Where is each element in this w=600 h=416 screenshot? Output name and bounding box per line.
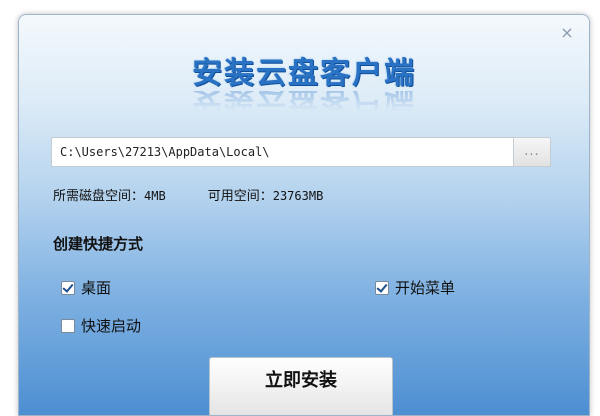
install-path-row: ... — [51, 137, 551, 167]
browse-button[interactable]: ... — [513, 137, 551, 167]
required-space-label: 所需磁盘空间： — [53, 189, 145, 204]
required-space-value: 4MB — [144, 189, 166, 203]
quick-launch-shortcut-label: 快速启动 — [81, 317, 142, 335]
disk-space-info: 所需磁盘空间： 4MB 可用空间： 23763MB — [53, 185, 323, 204]
start-menu-shortcut-checkbox[interactable]: 开始菜单 — [375, 277, 455, 298]
title-area: 安装云盘客户端 安装云盘客户端 — [19, 56, 589, 112]
installer-window: × 安装云盘客户端 安装云盘客户端 ... 所需磁盘空间： 4MB 可用空间： … — [18, 14, 590, 416]
checkmark-icon[interactable] — [375, 280, 389, 295]
shortcuts-section-title: 创建快捷方式 — [53, 235, 144, 253]
available-space-value: 23763MB — [272, 189, 324, 203]
available-space-label: 可用空间： — [207, 189, 273, 204]
start-menu-shortcut-label: 开始菜单 — [395, 279, 456, 297]
title-reflection: 安装云盘客户端 — [192, 91, 416, 111]
close-icon[interactable]: × — [559, 25, 575, 41]
available-space: 可用空间： 23763MB — [208, 185, 324, 204]
quick-launch-shortcut-checkbox[interactable]: 快速启动 — [61, 315, 141, 336]
window-title: 安装云盘客户端 — [192, 56, 416, 91]
required-space: 所需磁盘空间： 4MB — [53, 185, 166, 204]
desktop-shortcut-checkbox[interactable]: 桌面 — [61, 277, 111, 298]
install-path-input[interactable] — [51, 137, 513, 167]
checkmark-icon[interactable] — [61, 280, 75, 295]
desktop-shortcut-label: 桌面 — [81, 279, 112, 297]
checkbox-empty-icon[interactable] — [61, 318, 75, 333]
install-now-button[interactable]: 立即安装 — [209, 357, 393, 415]
